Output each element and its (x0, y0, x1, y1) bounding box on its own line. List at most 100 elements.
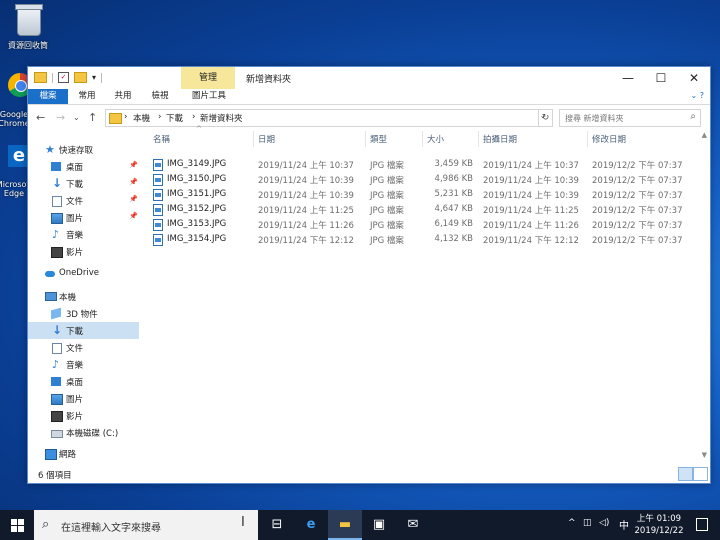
new-folder-icon[interactable] (74, 72, 87, 83)
nav-videos[interactable]: 影片 (28, 407, 139, 424)
file-explorer-window: ✓ ▾ 管理 新增資料夾 — ☐ ✕ 檔案 常用 共用 檢視 圖片工具 ⌄ ? … (27, 66, 711, 484)
recent-locations-icon[interactable]: ⌄ (73, 113, 80, 122)
nav-local-disk-c[interactable]: 本機磁碟 (C:) (28, 424, 139, 441)
details-view-button[interactable] (678, 467, 693, 481)
windows-logo-icon (18, 526, 24, 532)
table-row[interactable]: IMG_3152.JPG 2019/11/24 上午 11:25 JPG 檔案 … (153, 202, 693, 217)
file-explorer-taskbar-button[interactable]: ▬ (328, 510, 362, 540)
title-bar: ✓ ▾ 管理 新增資料夾 — ☐ ✕ (28, 67, 710, 89)
maximize-button[interactable]: ☐ (645, 67, 677, 89)
network-icon[interactable]: ◫ (583, 518, 592, 528)
scroll-down-icon[interactable]: ▼ (702, 451, 707, 459)
jpg-file-icon (153, 174, 163, 186)
table-row[interactable]: IMG_3153.JPG 2019/11/24 上午 11:26 JPG 檔案 … (153, 217, 693, 232)
back-button[interactable]: ← (36, 111, 45, 124)
refresh-button[interactable]: ↻ (538, 109, 553, 127)
forward-button[interactable]: → (56, 111, 65, 124)
computer-icon (45, 292, 57, 301)
folder-icon (109, 113, 122, 124)
breadcrumb-downloads[interactable]: 下載 (166, 112, 183, 124)
mail-taskbar-button[interactable]: ✉ (396, 510, 430, 540)
table-row[interactable]: IMG_3149.JPG 2019/11/24 上午 10:37 JPG 檔案 … (153, 157, 693, 172)
nav-music[interactable]: ♪ 音樂 (28, 356, 139, 373)
taskbar-search-box[interactable]: ⌕ 在這裡輸入文字來搜尋 I (34, 510, 258, 540)
nav-network[interactable]: 網路 (28, 445, 139, 462)
tab-view[interactable]: 檢視 (145, 89, 175, 104)
music-icon: ♪ (52, 228, 60, 241)
table-row[interactable]: IMG_3150.JPG 2019/11/24 上午 10:39 JPG 檔案 … (153, 172, 693, 187)
column-header-date-modified[interactable]: 修改日期 (592, 133, 626, 145)
jpg-file-icon (153, 234, 163, 246)
search-box[interactable]: 搜尋 新增資料夾 ⌕ (559, 109, 701, 127)
column-divider[interactable] (478, 131, 479, 147)
close-button[interactable]: ✕ (678, 67, 710, 89)
column-divider[interactable] (422, 131, 423, 147)
nav-quick-documents[interactable]: 文件 📌 (28, 192, 139, 209)
expand-ribbon-icon[interactable]: ⌄ ? (691, 91, 705, 100)
ribbon-tabs: 檔案 常用 共用 檢視 圖片工具 ⌄ ? (28, 89, 710, 105)
nav-pictures[interactable]: 圖片 (28, 390, 139, 407)
nav-quick-downloads[interactable]: ↓ 下載 📌 (28, 175, 139, 192)
drive-icon (51, 430, 63, 438)
column-header-type[interactable]: 類型 (370, 133, 387, 145)
column-header-date-taken[interactable]: 拍攝日期 (483, 133, 517, 145)
column-divider[interactable] (253, 131, 254, 147)
tab-home[interactable]: 常用 (72, 89, 102, 104)
column-divider[interactable] (587, 131, 588, 147)
nav-quick-music[interactable]: ♪ 音樂 (28, 226, 139, 243)
tab-share[interactable]: 共用 (108, 89, 138, 104)
taskbar-search-input[interactable]: 在這裡輸入文字來搜尋 (61, 519, 161, 534)
document-icon (52, 196, 62, 207)
search-input[interactable]: 搜尋 新增資料夾 (565, 113, 624, 124)
nav-quick-access[interactable]: ★ 快速存取 (28, 141, 139, 158)
scroll-up-icon[interactable]: ▲ (702, 131, 707, 139)
large-icons-view-button[interactable] (693, 467, 708, 481)
table-row[interactable]: IMG_3151.JPG 2019/11/24 上午 10:39 JPG 檔案 … (153, 187, 693, 202)
folder-icon (34, 72, 47, 83)
video-icon (51, 247, 63, 258)
nav-this-pc[interactable]: 本機 (28, 288, 139, 305)
properties-icon[interactable]: ✓ (58, 72, 69, 83)
column-header-size[interactable]: 大小 (427, 133, 444, 145)
table-row[interactable]: IMG_3154.JPG 2019/11/24 下午 12:12 JPG 檔案 … (153, 232, 693, 247)
clock-date: 2019/12/22 (634, 526, 684, 536)
nav-desktop[interactable]: 桌面 (28, 373, 139, 390)
customize-toolbar-icon[interactable]: ▾ (92, 73, 96, 82)
task-view-button[interactable]: ⊟ (260, 510, 294, 540)
column-header-name[interactable]: 名稱 (153, 133, 170, 145)
nav-quick-videos[interactable]: 影片 (28, 243, 139, 260)
nav-quick-desktop[interactable]: 桌面 📌 (28, 158, 139, 175)
notification-center-icon[interactable] (696, 518, 708, 531)
pin-icon: 📌 (129, 212, 138, 220)
show-hidden-icons-icon[interactable]: ^ (568, 518, 576, 528)
up-button[interactable]: ↑ (88, 111, 97, 124)
address-bar-row: ← → ⌄ ↑ › 本機 › 下載 › 新增資料夾 ⌄ ↻ 搜尋 新增資料夾 ⌕ (28, 107, 710, 129)
file-list: ^ 名稱 日期 類型 大小 拍攝日期 修改日期 IMG_3149.JPG 201… (141, 125, 710, 465)
minimize-button[interactable]: — (612, 67, 644, 89)
address-bar[interactable]: › 本機 › 下載 › 新增資料夾 ⌄ (105, 109, 553, 127)
column-header-date[interactable]: 日期 (258, 133, 275, 145)
nav-onedrive[interactable]: OneDrive (28, 265, 139, 282)
ime-indicator[interactable]: 中 (619, 517, 629, 532)
store-taskbar-button[interactable]: ▣ (362, 510, 396, 540)
sort-ascending-icon: ^ (196, 125, 202, 133)
tab-manage[interactable]: 管理 (181, 67, 235, 89)
breadcrumb-this-pc[interactable]: 本機 (133, 112, 150, 124)
tab-file[interactable]: 檔案 (28, 89, 68, 104)
taskbar: ⌕ 在這裡輸入文字來搜尋 I ⊟ e ▬ ▣ ✉ ^ ◫ ◁) 中 上午 01:… (0, 510, 720, 540)
clock[interactable]: 上午 01:09 2019/12/22 (630, 513, 688, 537)
download-icon: ↓ (52, 323, 63, 337)
nav-3d-objects[interactable]: 3D 物件 (28, 305, 139, 322)
nav-downloads[interactable]: ↓ 下載 (28, 322, 139, 339)
volume-icon[interactable]: ◁) (599, 518, 609, 528)
navigation-pane: ★ 快速存取 桌面 📌 ↓ 下載 📌 文件 📌 圖片 📌 ♪ 音樂 影片 One… (28, 133, 139, 461)
edge-taskbar-button[interactable]: e (294, 510, 328, 540)
tab-picture-tools[interactable]: 圖片工具 (184, 89, 234, 104)
column-divider[interactable] (365, 131, 366, 147)
divider (52, 72, 53, 83)
desktop-icon (51, 377, 61, 386)
start-button[interactable] (0, 510, 34, 540)
breadcrumb-new-folder[interactable]: 新增資料夾 (200, 112, 243, 124)
nav-documents[interactable]: 文件 (28, 339, 139, 356)
nav-quick-pictures[interactable]: 圖片 📌 (28, 209, 139, 226)
